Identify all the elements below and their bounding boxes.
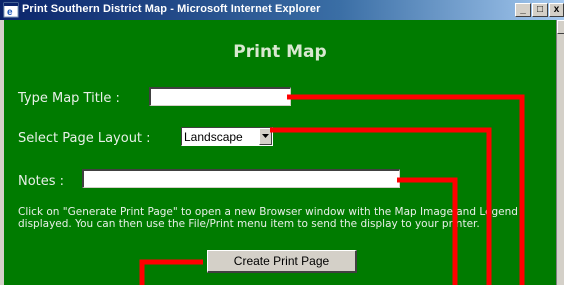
instructions-text: Click on "Generate Print Page" to open a… (18, 206, 518, 230)
page-layout-selected-value: Landscape (184, 130, 243, 144)
title-bar[interactable]: e Print Southern District Map - Microsof… (0, 0, 564, 20)
vertical-scrollbar[interactable] (556, 20, 564, 285)
create-print-page-button[interactable]: Create Print Page (207, 250, 357, 273)
internet-explorer-icon: e (3, 2, 19, 18)
svg-text:e: e (7, 7, 13, 18)
chevron-down-icon[interactable] (259, 128, 272, 145)
window-title: Print Southern District Map - Microsoft … (22, 3, 321, 15)
page-content: Print Map Type Map Title : Select Page L… (4, 20, 556, 285)
notes-label: Notes : (18, 174, 65, 189)
maximize-button[interactable]: □ (532, 3, 548, 17)
page-title: Print Map (233, 42, 327, 62)
close-button[interactable]: x (549, 3, 564, 17)
map-title-input[interactable] (149, 87, 291, 106)
notes-input[interactable] (82, 169, 400, 188)
minimize-button[interactable]: _ (515, 3, 531, 17)
page-layout-label: Select Page Layout : (18, 131, 151, 146)
scroll-up-button[interactable] (557, 20, 564, 34)
page-layout-select[interactable]: Landscape (181, 127, 273, 146)
browser-window: e Print Southern District Map - Microsof… (0, 0, 564, 285)
map-title-label: Type Map Title : (18, 91, 120, 106)
